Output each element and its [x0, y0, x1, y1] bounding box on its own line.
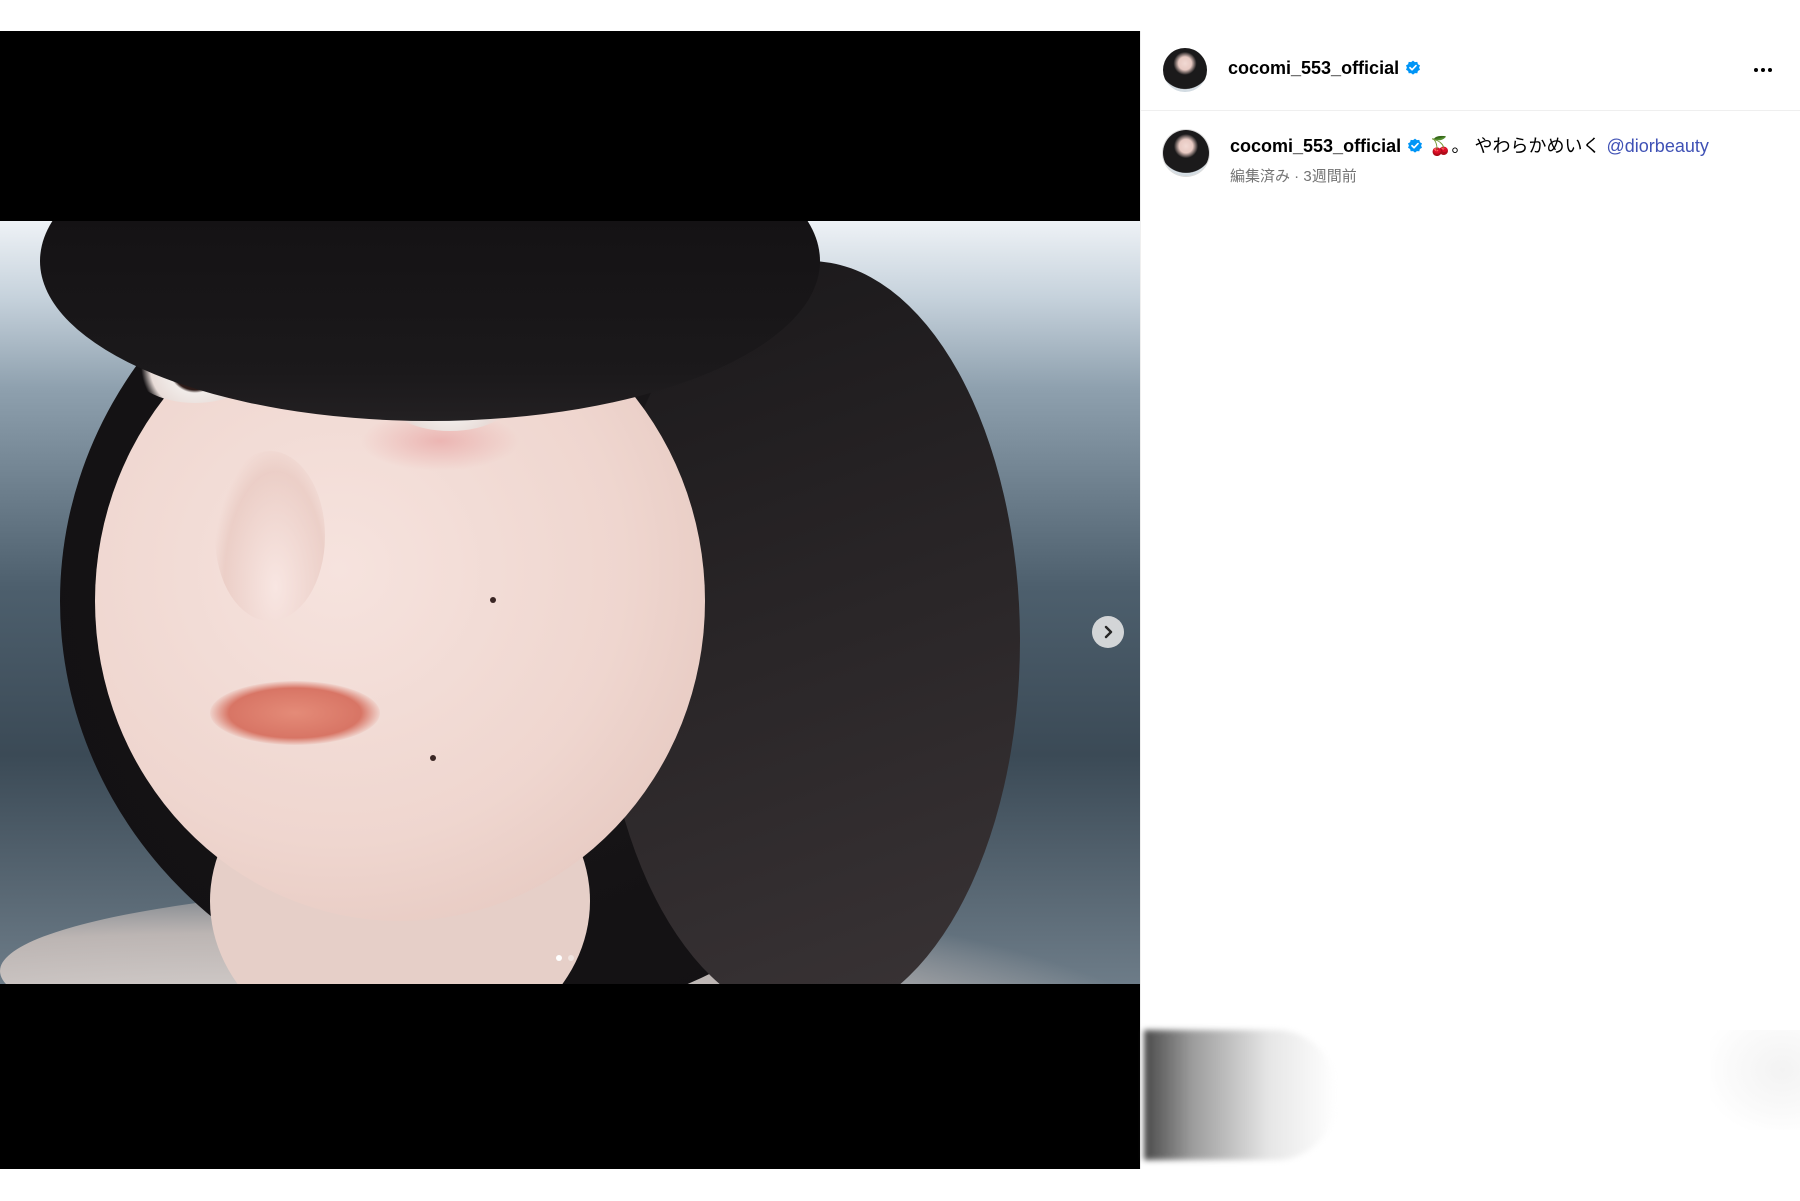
blurred-overlay-right [1710, 1030, 1800, 1130]
verified-badge-icon [1408, 138, 1423, 153]
meta-separator: · [1290, 168, 1304, 185]
post-photo [0, 221, 1140, 984]
next-slide-button[interactable] [1092, 616, 1124, 648]
header-username-label[interactable]: cocomi_553_official [1228, 58, 1399, 78]
blurred-overlay [1144, 1030, 1336, 1160]
post-media[interactable] [0, 31, 1140, 1169]
caption-username[interactable]: cocomi_553_official [1230, 136, 1401, 156]
mention-link[interactable]: @diorbeauty [1607, 136, 1709, 156]
chevron-right-icon [1104, 625, 1113, 639]
avatar[interactable] [1163, 48, 1207, 92]
edited-label: 編集済み [1230, 168, 1291, 185]
more-options-button[interactable] [1748, 55, 1778, 85]
carousel-dot-2 [568, 955, 574, 961]
carousel-indicator [556, 955, 574, 961]
more-options-icon [1754, 68, 1758, 72]
verified-badge-icon [1406, 60, 1421, 75]
post-caption: cocomi_553_official 🍒。 やわらかめいく @diorbeaut… [1230, 133, 1780, 159]
caption-text: 🍒。 やわらかめいく [1429, 136, 1601, 156]
post-header: cocomi_553_official [1141, 31, 1800, 111]
post-side-panel: cocomi_553_official cocomi_553_official … [1140, 31, 1800, 1169]
caption-avatar[interactable] [1163, 130, 1209, 176]
header-username[interactable]: cocomi_553_official [1228, 58, 1421, 79]
post-meta: 編集済み · 3週間前 [1230, 165, 1357, 186]
carousel-dot-1 [556, 955, 562, 961]
timestamp[interactable]: 3週間前 [1303, 168, 1356, 185]
